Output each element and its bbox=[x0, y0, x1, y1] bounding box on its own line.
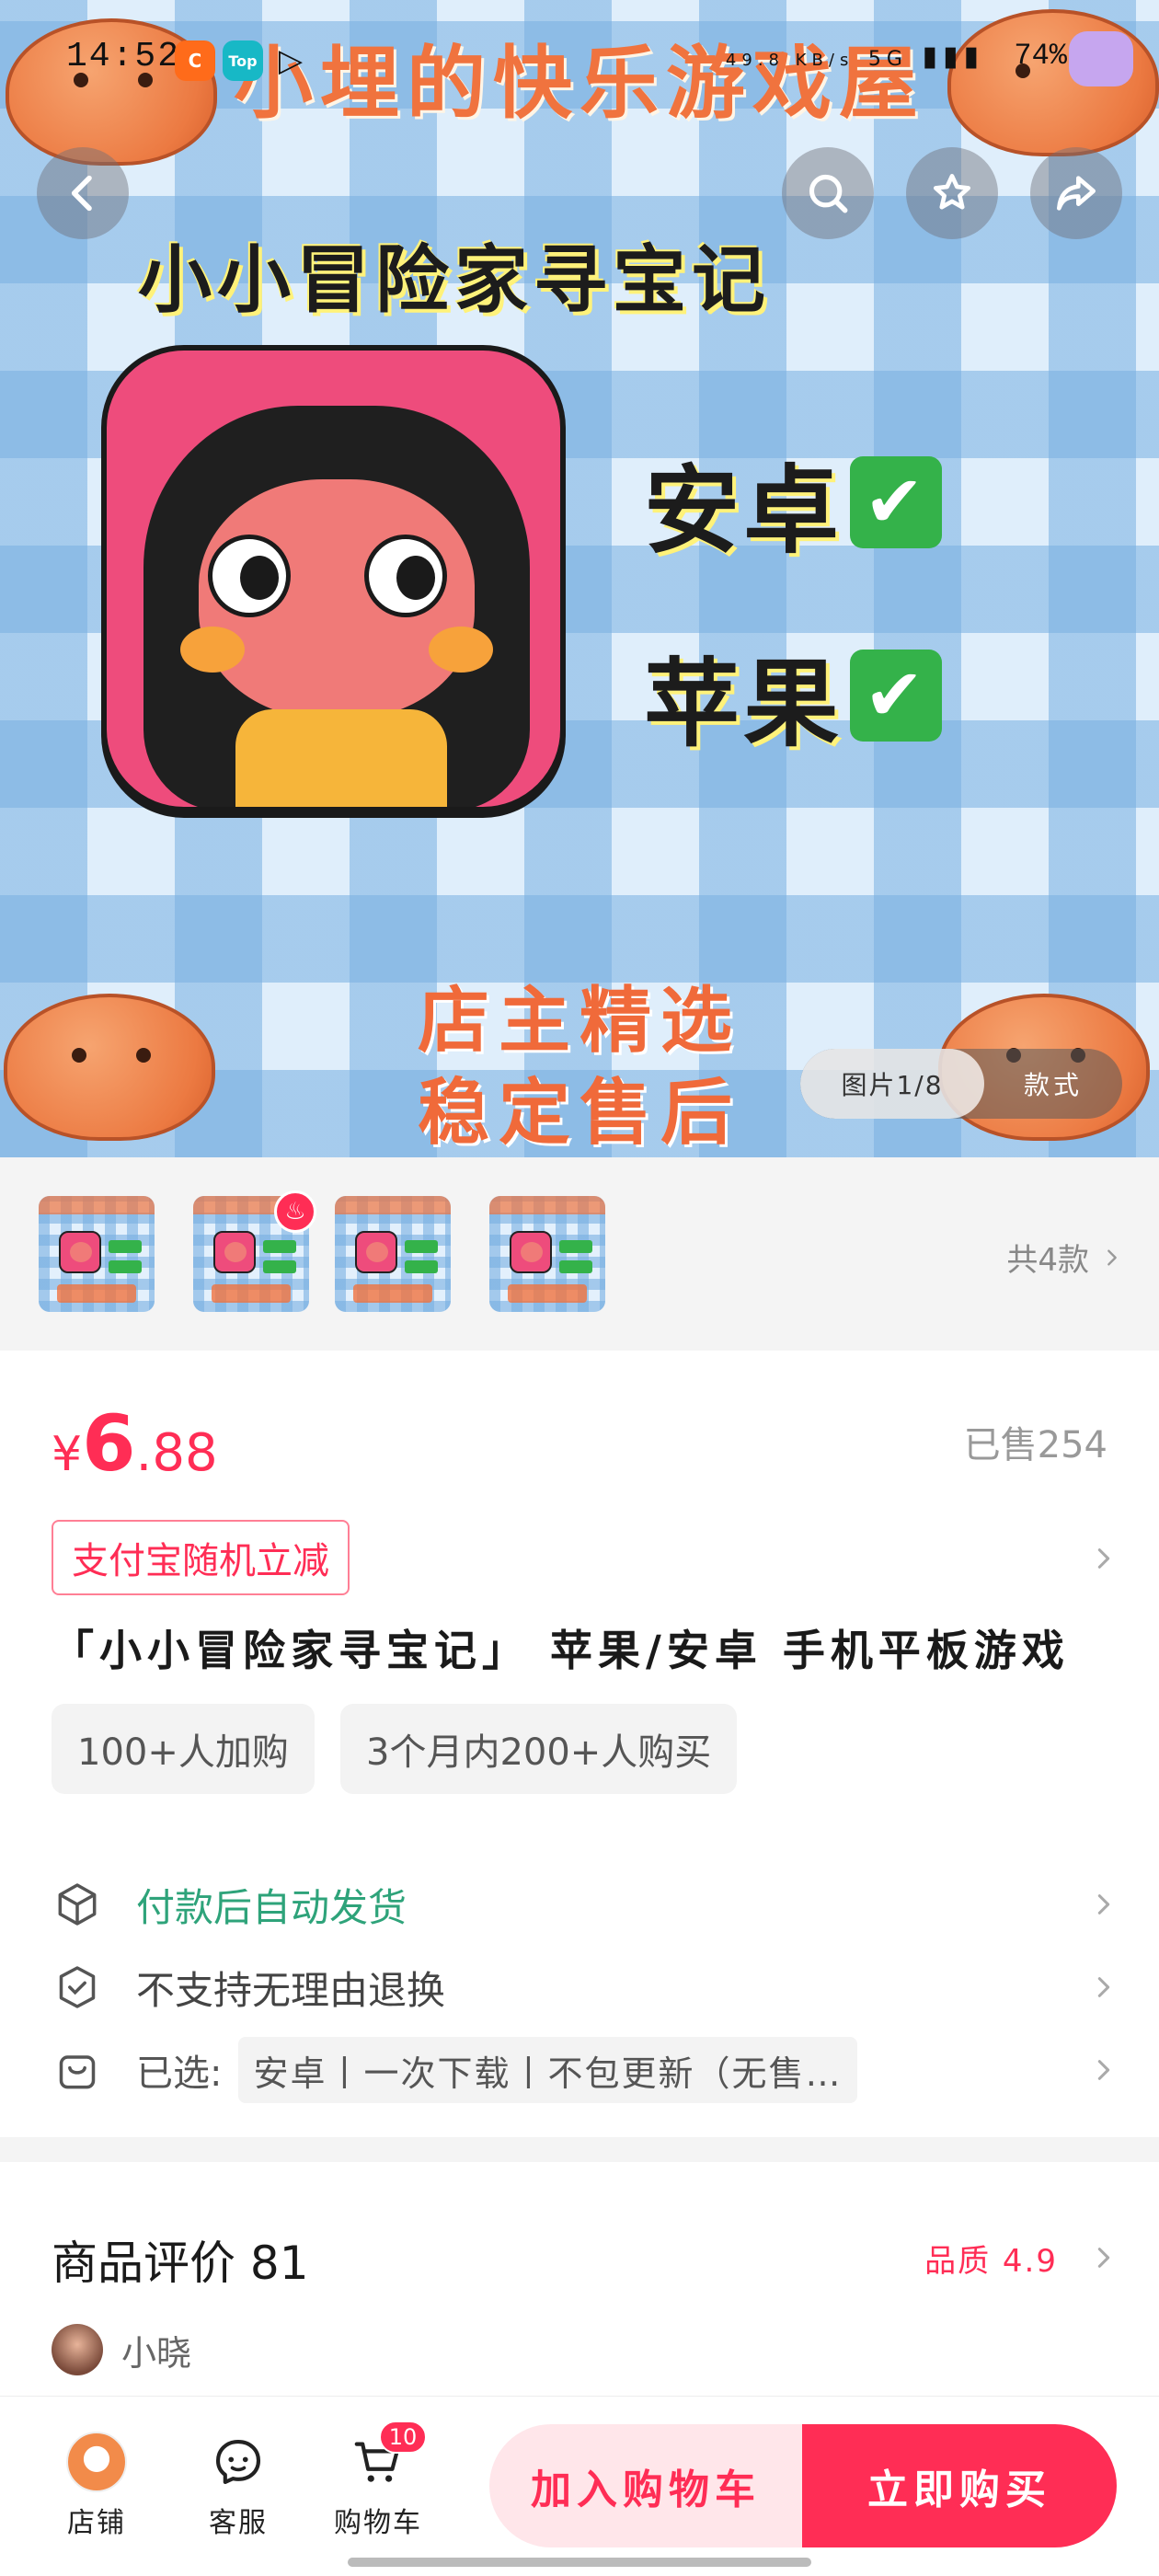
game-title-text: 小小冒险家寻宝记 bbox=[138, 237, 771, 323]
app-notification-icon: C bbox=[175, 40, 215, 81]
box-icon bbox=[58, 1883, 97, 1926]
price-decimal: .88 bbox=[135, 1423, 218, 1483]
chevron-right-icon bbox=[1097, 2060, 1110, 2080]
variant-count-link[interactable]: 共4款 bbox=[1006, 1235, 1122, 1280]
sold-count: 已售254 bbox=[963, 1424, 1107, 1466]
platform-android: 安卓 ✔ bbox=[644, 432, 943, 571]
bag-icon bbox=[59, 2055, 96, 2089]
service-delivery-text: 付款后自动发货 bbox=[136, 1884, 407, 1930]
quality-score[interactable]: 品质 4.9 bbox=[924, 2236, 1058, 2281]
product-detail-page: 小埋的快乐游戏屋 14:52 C Top ▷ 49.8 KB/s 5G ▮▮▮ … bbox=[0, 0, 1159, 2576]
pet-widget-icon bbox=[1069, 31, 1133, 86]
status-time: 14:52 bbox=[66, 37, 181, 76]
variant-count-text: 共4款 bbox=[1006, 1242, 1089, 1279]
style-tab[interactable]: 款式 bbox=[984, 1065, 1122, 1102]
home-indicator[interactable] bbox=[348, 2558, 811, 2567]
status-bar: 14:52 C Top ▷ 49.8 KB/s 5G ▮▮▮ 74% bbox=[0, 0, 1159, 110]
service-returns-text: 不支持无理由退换 bbox=[136, 1967, 446, 2013]
avatar bbox=[52, 2324, 103, 2375]
chip-purchase-count: 3个月内200+人购买 bbox=[340, 1704, 738, 1794]
shield-check-icon bbox=[59, 1966, 96, 2008]
star-icon bbox=[933, 174, 971, 210]
selected-spec-chevron[interactable] bbox=[1085, 2052, 1122, 2088]
platform-apple: 苹果 ✔ bbox=[644, 626, 943, 765]
top-app-icon: Top bbox=[223, 40, 263, 81]
promo-chevron[interactable] bbox=[1085, 1540, 1122, 1577]
selected-spec-value[interactable]: 安卓丨一次下载丨不包更新（无售… bbox=[238, 2037, 857, 2103]
image-style-toggle[interactable]: 图片1/8 款式 bbox=[800, 1049, 1122, 1119]
platform-android-label: 安卓 bbox=[644, 454, 843, 567]
store-avatar-icon bbox=[66, 2432, 127, 2492]
fire-icon: ♨ bbox=[274, 1190, 316, 1233]
chat-bubble-icon bbox=[215, 2439, 261, 2485]
add-to-cart-button[interactable]: 加入购物车 bbox=[489, 2424, 802, 2547]
cart-tab-label: 购物车 bbox=[334, 2507, 422, 2539]
back-button[interactable] bbox=[37, 147, 129, 239]
check-mark-icon: ✔ bbox=[850, 455, 943, 548]
reviews-title: 商品评价 81 bbox=[52, 2237, 309, 2290]
service-returns-row[interactable]: 不支持无理由退换 bbox=[52, 1950, 1109, 2024]
price-currency: ¥ bbox=[52, 1427, 83, 1482]
net-speed-text: 49.8 KB/s bbox=[725, 51, 855, 70]
variant-thumbnails: ♨ 共4款 bbox=[0, 1157, 1159, 1351]
chevron-left-icon bbox=[71, 175, 92, 212]
returns-chevron[interactable] bbox=[1085, 1969, 1122, 2006]
cart-tab[interactable]: 10 购物车 bbox=[327, 2421, 429, 2540]
share-icon bbox=[1057, 176, 1096, 211]
selected-spec-row[interactable]: 已选: 安卓丨一次下载丨不包更新（无售… bbox=[52, 2033, 1109, 2107]
customer-service-label: 客服 bbox=[209, 2507, 268, 2539]
battery-level: 74% bbox=[1014, 39, 1067, 73]
delivery-chevron[interactable] bbox=[1085, 1886, 1122, 1923]
variant-thumbnail[interactable] bbox=[39, 1196, 155, 1312]
review-user: 小晓 bbox=[52, 2324, 191, 2375]
chevron-right-icon bbox=[1097, 1894, 1110, 1915]
bottom-action-bar: 店铺 客服 10 购物车 加入购物车 立即购买 bbox=[0, 2396, 1159, 2576]
search-icon bbox=[809, 174, 848, 213]
reviews-section[interactable]: 商品评价 81 品质 4.9 小晓 bbox=[0, 2162, 1159, 2401]
product-info-card: ¥ 6 .88 已售254 支付宝随机立减 「小小冒险家寻宝记」 苹果/安卓 手… bbox=[0, 1351, 1159, 2137]
signal-icon: ▮▮▮ bbox=[922, 40, 984, 73]
reviews-chevron[interactable] bbox=[1085, 2239, 1122, 2276]
buy-now-button[interactable]: 立即购买 bbox=[802, 2424, 1117, 2547]
chip-add-to-cart-count: 100+人加购 bbox=[52, 1704, 315, 1794]
product-title: 「小小冒险家寻宝记」 苹果/安卓 手机平板游戏 bbox=[52, 1626, 1070, 1675]
chevron-right-icon bbox=[1107, 1248, 1117, 1266]
favorite-button[interactable] bbox=[906, 147, 998, 239]
chevron-right-icon bbox=[1097, 2248, 1110, 2268]
selected-label: 已选: bbox=[136, 2053, 223, 2095]
price-integer: 6 bbox=[82, 1398, 136, 1489]
cart-count-badge: 10 bbox=[379, 2421, 427, 2454]
game-app-icon-image bbox=[101, 345, 566, 812]
chevron-right-icon bbox=[1097, 1977, 1110, 1997]
status-network-icons: 49.8 KB/s 5G ▮▮▮ bbox=[726, 40, 984, 73]
network-type-text: 5G bbox=[867, 48, 908, 71]
store-tab[interactable]: 店铺 bbox=[46, 2430, 147, 2540]
image-counter[interactable]: 图片1/8 bbox=[800, 1049, 984, 1119]
play-icon: ▷ bbox=[278, 42, 304, 79]
chevron-right-icon bbox=[1097, 1548, 1110, 1569]
customer-service-tab[interactable]: 客服 bbox=[188, 2430, 289, 2540]
platform-apple-label: 苹果 bbox=[644, 648, 843, 760]
search-button[interactable] bbox=[782, 147, 874, 239]
variant-thumbnail[interactable] bbox=[335, 1196, 451, 1312]
check-mark-icon: ✔ bbox=[850, 649, 943, 742]
share-button[interactable] bbox=[1030, 147, 1122, 239]
promo-tag[interactable]: 支付宝随机立减 bbox=[52, 1520, 350, 1595]
price: ¥ 6 .88 bbox=[52, 1398, 218, 1489]
store-tab-label: 店铺 bbox=[67, 2507, 126, 2539]
product-image-carousel[interactable]: 小埋的快乐游戏屋 14:52 C Top ▷ 49.8 KB/s 5G ▮▮▮ … bbox=[0, 0, 1159, 1157]
variant-thumbnail[interactable] bbox=[489, 1196, 605, 1312]
review-user-name: 小晓 bbox=[121, 2332, 192, 2374]
service-delivery-row[interactable]: 付款后自动发货 bbox=[52, 1868, 1109, 1941]
